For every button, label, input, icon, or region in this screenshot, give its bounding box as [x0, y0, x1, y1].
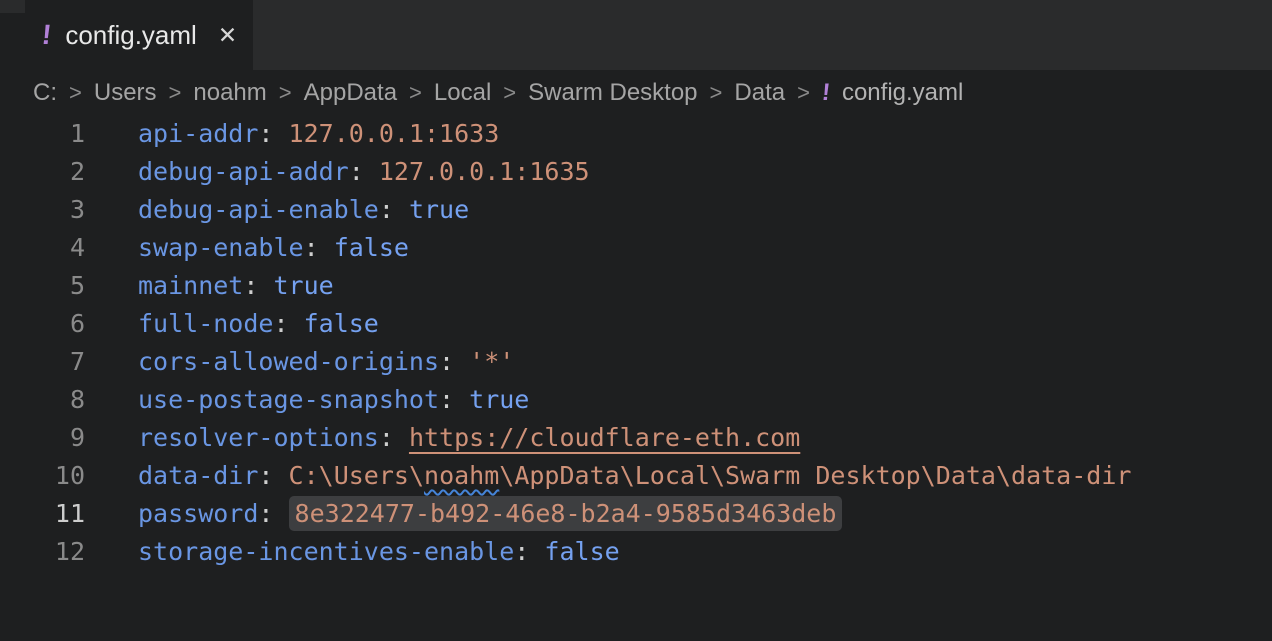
yaml-key: use-postage-snapshot — [138, 385, 439, 414]
breadcrumb-file-label: config.yaml — [842, 79, 963, 107]
tabbar-corner — [0, 0, 25, 13]
line-number[interactable]: 4 — [0, 229, 85, 267]
breadcrumb-separator-icon: > — [278, 80, 293, 106]
code-line-text: swap-enable: false — [138, 229, 409, 267]
breadcrumb: C: > Users > noahm > AppData > Local > Swarm Deskt… — [0, 70, 1272, 115]
yaml-value: false — [334, 233, 409, 262]
code-line: 7 cors-allowed-origins: '*' — [0, 343, 1272, 381]
code-line-text: full-node: false — [138, 305, 379, 343]
yaml-colon: : — [273, 309, 288, 338]
line-number[interactable]: 2 — [0, 153, 85, 191]
code-line-text: mainnet: true — [138, 267, 334, 305]
yaml-colon: : — [243, 271, 258, 300]
yaml-value: 127.0.0.1:1633 — [289, 119, 500, 148]
yaml-key: storage-incentives-enable — [138, 537, 514, 566]
code-line: 4 swap-enable: false — [0, 229, 1272, 267]
code-line-text: debug-api-enable: true — [138, 191, 469, 229]
yaml-colon: : — [258, 461, 273, 490]
code-line-text: cors-allowed-origins: '*' — [138, 343, 514, 381]
code-line-text: use-postage-snapshot: true — [138, 381, 529, 419]
yaml-file-icon: ! — [41, 21, 53, 49]
code-line: 11 password: 8e322477-b492-46e8-b2a4-9585… — [0, 495, 1272, 533]
code-line: 5 mainnet: true — [0, 267, 1272, 305]
breadcrumb-file[interactable]: ! config.yaml — [822, 79, 963, 107]
yaml-colon: : — [379, 423, 394, 452]
breadcrumb-separator-icon: > — [709, 80, 724, 106]
breadcrumb-separator-icon: > — [68, 80, 83, 106]
breadcrumb-item[interactable]: noahm — [193, 79, 266, 107]
code-line-text: debug-api-addr: 127.0.0.1:1635 — [138, 153, 590, 191]
tab-config-yaml[interactable]: ! config.yaml ✕ — [0, 0, 253, 70]
line-number[interactable]: 8 — [0, 381, 85, 419]
code-line-text: api-addr: 127.0.0.1:1633 — [138, 115, 499, 153]
line-number[interactable]: 6 — [0, 305, 85, 343]
yaml-colon: : — [258, 119, 273, 148]
code-editor[interactable]: 1 api-addr: 127.0.0.1:1633 2 debug-api-addr… — [0, 115, 1272, 571]
breadcrumb-item[interactable]: Data — [734, 79, 785, 107]
yaml-value: \AppData\Local\Swarm Desktop\Data\data-d… — [499, 461, 1131, 490]
line-number[interactable]: 5 — [0, 267, 85, 305]
yaml-colon: : — [349, 157, 364, 186]
code-line-text: data-dir: C:\Users\noahm\AppData\Local\S… — [138, 457, 1131, 495]
line-number[interactable]: 7 — [0, 343, 85, 381]
yaml-value: false — [304, 309, 379, 338]
code-line-text: password: 8e322477-b492-46e8-b2a4-9585d3… — [138, 495, 842, 533]
breadcrumb-item[interactable]: C: — [33, 79, 57, 107]
yaml-key: mainnet — [138, 271, 243, 300]
yaml-key: cors-allowed-origins — [138, 347, 439, 376]
yaml-file-icon: ! — [820, 79, 831, 107]
code-line-text: resolver-options: https://cloudflare-eth… — [138, 419, 800, 457]
yaml-value: '*' — [469, 347, 514, 376]
yaml-value: true — [409, 195, 469, 224]
yaml-key: swap-enable — [138, 233, 304, 262]
line-number[interactable]: 3 — [0, 191, 85, 229]
yaml-value: C:\Users\ — [289, 461, 424, 490]
breadcrumb-separator-icon: > — [796, 80, 811, 106]
code-line: 6 full-node: false — [0, 305, 1272, 343]
yaml-colon: : — [439, 347, 454, 376]
line-number[interactable]: 10 — [0, 457, 85, 495]
line-number[interactable]: 1 — [0, 115, 85, 153]
code-line: 1 api-addr: 127.0.0.1:1633 — [0, 115, 1272, 153]
line-number[interactable]: 12 — [0, 533, 85, 571]
yaml-colon: : — [258, 499, 273, 528]
close-icon[interactable]: ✕ — [218, 24, 237, 47]
yaml-colon: : — [304, 233, 319, 262]
yaml-colon: : — [379, 195, 394, 224]
tab-title: config.yaml — [65, 20, 197, 51]
code-line: 9 resolver-options: https://cloudflare-et… — [0, 419, 1272, 457]
breadcrumb-item[interactable]: Swarm Desktop — [528, 79, 697, 107]
yaml-value: false — [544, 537, 619, 566]
breadcrumb-separator-icon: > — [408, 80, 423, 106]
yaml-colon: : — [514, 537, 529, 566]
yaml-value-misspelled: noahm — [424, 461, 499, 490]
yaml-key: debug-api-addr — [138, 157, 349, 186]
code-line: 10 data-dir: C:\Users\noahm\AppData\Local… — [0, 457, 1272, 495]
yaml-key: resolver-options — [138, 423, 379, 452]
code-line: 3 debug-api-enable: true — [0, 191, 1272, 229]
breadcrumb-separator-icon: > — [502, 80, 517, 106]
yaml-value: true — [469, 385, 529, 414]
breadcrumb-item[interactable]: AppData — [304, 79, 397, 107]
line-number[interactable]: 9 — [0, 419, 85, 457]
yaml-key: api-addr — [138, 119, 258, 148]
breadcrumb-item[interactable]: Users — [94, 79, 157, 107]
code-line: 2 debug-api-addr: 127.0.0.1:1635 — [0, 153, 1272, 191]
yaml-value: true — [273, 271, 333, 300]
code-line-text: storage-incentives-enable: false — [138, 533, 620, 571]
yaml-value-highlighted: 8e322477-b492-46e8-b2a4-9585d3463deb — [289, 496, 843, 531]
yaml-key: full-node — [138, 309, 273, 338]
line-number[interactable]: 11 — [0, 495, 85, 533]
code-line: 12 storage-incentives-enable: false — [0, 533, 1272, 571]
yaml-value: 127.0.0.1:1635 — [379, 157, 590, 186]
code-line: 8 use-postage-snapshot: true — [0, 381, 1272, 419]
yaml-key: debug-api-enable — [138, 195, 379, 224]
breadcrumb-separator-icon: > — [168, 80, 183, 106]
yaml-key: password — [138, 499, 258, 528]
tab-bar: ! config.yaml ✕ — [0, 0, 1272, 70]
yaml-colon: : — [439, 385, 454, 414]
yaml-value-link[interactable]: https://cloudflare-eth.com — [409, 423, 800, 452]
yaml-key: data-dir — [138, 461, 258, 490]
breadcrumb-item[interactable]: Local — [434, 79, 491, 107]
